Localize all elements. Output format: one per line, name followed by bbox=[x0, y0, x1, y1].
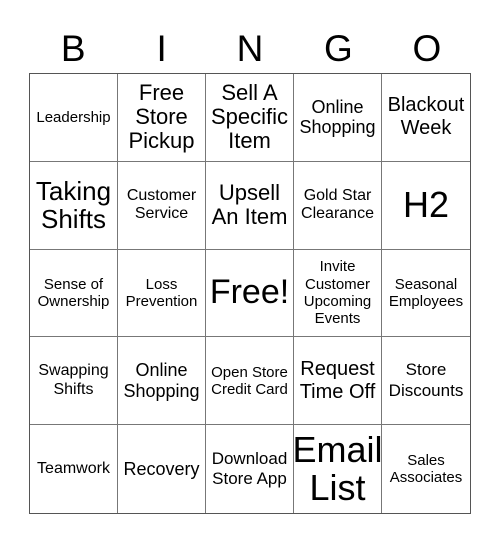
bingo-cell[interactable]: Taking Shifts bbox=[30, 161, 118, 250]
bingo-cell[interactable]: Request Time Off bbox=[294, 337, 382, 426]
bingo-cell[interactable]: Open Store Credit Card bbox=[206, 337, 294, 426]
header-letter-n: N bbox=[236, 28, 264, 69]
bingo-cell[interactable]: Sell A Specific Item bbox=[206, 74, 294, 162]
bingo-cell[interactable]: Upsell An Item bbox=[206, 161, 294, 250]
bingo-cell[interactable]: Online Shopping bbox=[294, 74, 382, 162]
cell-label: Loss Prevention bbox=[125, 275, 198, 310]
bingo-cell[interactable]: Store Discounts bbox=[382, 337, 470, 426]
bingo-cell[interactable]: Customer Service bbox=[118, 161, 206, 250]
cell-label: Store Discounts bbox=[388, 360, 464, 400]
cell-label: Sense of Ownership bbox=[37, 275, 110, 310]
cell-label: Swapping Shifts bbox=[38, 362, 109, 398]
free-space-cell[interactable]: Free! bbox=[206, 249, 294, 338]
header-letter-i: I bbox=[156, 28, 167, 69]
bingo-cell[interactable]: Blackout Week bbox=[382, 74, 470, 162]
bingo-cell[interactable]: Invite Customer Upcoming Events bbox=[294, 249, 382, 338]
bingo-cell[interactable]: Online Shopping bbox=[118, 337, 206, 426]
bingo-cell[interactable]: Recovery bbox=[118, 425, 206, 513]
cell-label: Sell A Specific Item bbox=[210, 80, 289, 154]
cell-label: Open Store Credit Card bbox=[211, 363, 288, 398]
cell-label: Teamwork bbox=[37, 459, 110, 477]
cell-label: Free! bbox=[209, 273, 290, 312]
cell-label: Customer Service bbox=[126, 186, 197, 223]
bingo-cell[interactable]: Sales Associates bbox=[382, 425, 470, 513]
cell-label: Online Shopping bbox=[123, 360, 200, 401]
cell-label: Sales Associates bbox=[389, 451, 463, 487]
cell-label: Leadership bbox=[36, 108, 111, 126]
bingo-cell[interactable]: Sense of Ownership bbox=[30, 249, 118, 338]
bingo-cell[interactable]: Download Store App bbox=[206, 425, 294, 513]
cell-label: Online Shopping bbox=[299, 96, 376, 138]
bingo-cell[interactable]: H2 bbox=[382, 162, 470, 250]
header-letter-o: O bbox=[412, 28, 442, 69]
cell-label: Blackout Week bbox=[387, 94, 465, 140]
bingo-cell[interactable]: Email List bbox=[294, 425, 382, 513]
cell-label: Gold Star Clearance bbox=[301, 186, 374, 223]
bingo-cell[interactable]: Loss Prevention bbox=[118, 249, 206, 338]
cell-label: Download Store App bbox=[211, 448, 288, 489]
bingo-cell[interactable]: Teamwork bbox=[30, 425, 118, 513]
bingo-cell[interactable]: Seasonal Employees bbox=[382, 250, 470, 338]
cell-label: Free Store Pickup bbox=[128, 80, 195, 154]
cell-label: Upsell An Item bbox=[211, 180, 288, 230]
bingo-card-grid: Leadership Free Store Pickup Sell A Spec… bbox=[29, 73, 471, 514]
header-letter-g: G bbox=[324, 28, 353, 69]
bingo-cell[interactable]: Free Store Pickup bbox=[118, 74, 206, 162]
cell-label: Invite Customer Upcoming Events bbox=[303, 258, 372, 328]
cell-label: Taking Shifts bbox=[35, 175, 112, 235]
header-letter-b: B bbox=[60, 28, 86, 69]
bingo-cell[interactable]: Swapping Shifts bbox=[30, 337, 118, 426]
bingo-cell[interactable]: Leadership bbox=[30, 74, 118, 162]
cell-label: Recovery bbox=[123, 458, 200, 479]
cell-label: Email List bbox=[294, 429, 382, 509]
bingo-cell[interactable]: Gold Star Clearance bbox=[294, 161, 382, 250]
cell-label: H2 bbox=[402, 184, 450, 226]
cell-label: Request Time Off bbox=[299, 357, 376, 403]
cell-label: Seasonal Employees bbox=[388, 275, 464, 310]
bingo-header: B I N G O bbox=[29, 24, 471, 74]
